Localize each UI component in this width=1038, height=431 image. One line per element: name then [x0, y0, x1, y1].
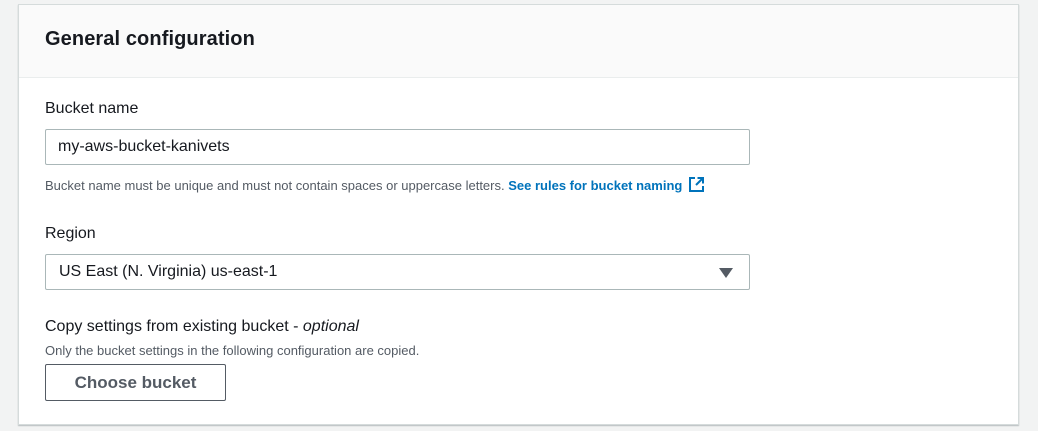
bucket-naming-rules-link-text: See rules for bucket naming — [508, 178, 683, 193]
bucket-naming-rules-link[interactable]: See rules for bucket naming — [508, 176, 705, 196]
region-selected-value: US East (N. Virginia) us-east-1 — [59, 263, 278, 280]
copy-settings-description: Only the bucket settings in the followin… — [45, 343, 420, 358]
optional-tag: optional — [302, 318, 359, 335]
external-link-icon — [688, 176, 705, 196]
region-label: Region — [45, 225, 96, 242]
bucket-name-input[interactable] — [45, 129, 750, 165]
copy-settings-label: Copy settings from existing bucket - opt… — [45, 318, 359, 336]
bucket-name-hint: Bucket name must be unique and must not … — [45, 176, 705, 196]
copy-settings-label-text: Copy settings from existing bucket - — [45, 318, 303, 335]
bucket-name-label: Bucket name — [45, 100, 139, 117]
region-select[interactable]: US East (N. Virginia) us-east-1 — [45, 254, 750, 290]
choose-bucket-button[interactable]: Choose bucket — [45, 364, 226, 401]
bucket-name-hint-text: Bucket name must be unique and must not … — [45, 178, 505, 193]
general-configuration-panel: General configuration Bucket name Bucket… — [18, 4, 1019, 425]
caret-down-icon — [719, 268, 733, 278]
panel-title: General configuration — [45, 28, 255, 50]
panel-header: General configuration — [19, 5, 1018, 78]
